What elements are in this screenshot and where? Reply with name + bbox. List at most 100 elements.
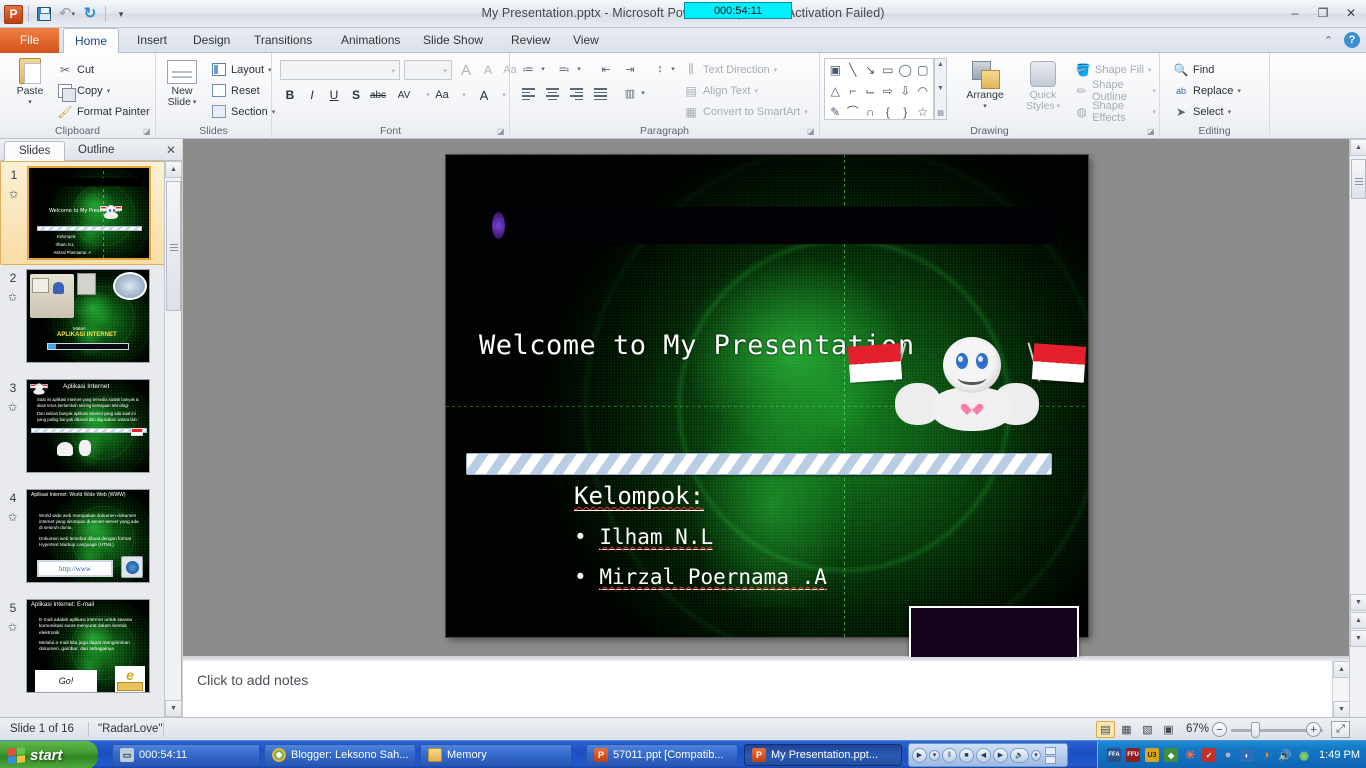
tab-view[interactable]: View (562, 28, 610, 53)
slide-thumbnail-image[interactable]: Aplikasi Internet Saat ini aplikasi inte… (26, 379, 150, 473)
scroll-down-icon[interactable]: ▼ (937, 85, 944, 92)
underline-button[interactable]: U (324, 85, 344, 105)
taskbar-button-my-presentation[interactable]: P My Presentation.ppt... (744, 744, 902, 766)
right-arrow-shape-icon[interactable]: ⇨ (880, 81, 897, 100)
avira-icon[interactable]: ✓ (1202, 748, 1217, 762)
orange-swirl-icon[interactable]: ◑ (1259, 748, 1273, 762)
drawing-dialog-launcher[interactable]: ◪ (1147, 127, 1156, 136)
notes-scrollbar[interactable]: ▲ ▼ (1332, 661, 1350, 718)
help-icon[interactable]: ? (1344, 32, 1360, 48)
line-spacing-button[interactable]: ↕ (650, 59, 670, 79)
new-slide-button[interactable]: New Slide ▾ (160, 60, 204, 108)
columns-button[interactable]: ▥ (620, 83, 640, 103)
nvidia-icon[interactable]: ◉ (1297, 748, 1311, 762)
slide-thumbnail-image[interactable]: Aplikasi Internet: E-mail E-mail adalah … (26, 599, 150, 693)
theme-name[interactable]: "RadarLove" (98, 722, 162, 737)
right-brace-shape-icon[interactable]: } (897, 102, 914, 121)
slide-thumbnail-2[interactable]: 2 ✩ Materi APLIKASI INTERNET (0, 265, 165, 375)
elbow-connector-icon[interactable]: ⌐ (845, 81, 862, 100)
view-slide-sorter-button[interactable]: ▦ (1117, 721, 1136, 738)
close-pane-icon[interactable]: ✕ (166, 143, 176, 157)
font-size-combobox[interactable]: ▾ (404, 60, 452, 80)
textbox-shape-icon[interactable]: ▣ (827, 60, 844, 79)
grey-disc-icon[interactable]: ● (1221, 748, 1235, 762)
font-dialog-launcher[interactable]: ◪ (497, 127, 506, 136)
font-color-button[interactable]: A (474, 85, 494, 105)
scroll-up-button[interactable]: ▲ (1350, 139, 1366, 156)
scroll-up-icon[interactable]: ▲ (937, 61, 944, 68)
scrollbar-thumb[interactable] (1351, 159, 1366, 199)
slide-thumbnail-image[interactable]: Welcome to My Presentation Kelompok -Ilh… (27, 166, 151, 260)
tab-insert[interactable]: Insert (126, 28, 178, 53)
curve-shape-icon[interactable]: ⌒ (845, 102, 862, 121)
slide-thumbnail-3[interactable]: 3 ✩ Aplikasi Internet Saat ini aplikasi … (0, 375, 165, 485)
scroll-up-button[interactable]: ▲ (165, 161, 182, 178)
tab-animations[interactable]: Animations (330, 28, 411, 53)
scroll-down-button[interactable]: ▼ (1350, 594, 1366, 611)
slide-thumbnail-image[interactable]: Aplikasi Internet: World Wide Web (WWW) … (26, 489, 150, 583)
shape-effects-button[interactable]: ◍ Shape Effects ▾ (1072, 100, 1159, 124)
next-slide-button[interactable]: ▼ (1350, 630, 1366, 647)
green-shield-icon[interactable]: ◆ (1164, 748, 1179, 762)
view-normal-button[interactable]: ▤ (1096, 721, 1115, 738)
current-slide[interactable]: Welcome to My Presentation Kelompok: • I… (446, 155, 1088, 637)
scroll-down-button[interactable]: ▼ (1333, 701, 1350, 718)
select-button[interactable]: ➤ Select ▾ (1170, 101, 1234, 122)
close-button[interactable]: ✕ (1340, 4, 1362, 22)
ffa-icon[interactable]: FFA (1107, 748, 1122, 762)
view-reading-button[interactable]: ▧ (1138, 721, 1157, 738)
slide-thumbnail-list[interactable]: 1 ✩ Welcome to My Presentation Kelompok … (0, 161, 165, 717)
previous-slide-button[interactable]: ▲ (1350, 612, 1366, 629)
decrease-indent-button[interactable]: ⇤ (596, 59, 616, 79)
increase-indent-button[interactable]: ⇥ (620, 59, 640, 79)
scroll-down-button[interactable]: ▼ (165, 700, 182, 717)
freeform-shape-icon[interactable]: ✎ (827, 102, 844, 121)
media-player-deskband[interactable]: ▶ ▾ ‖ ■ ◀ ▶ 🔈 ▾ (908, 743, 1068, 767)
next-button[interactable]: ▶ (993, 747, 1008, 763)
zoom-out-button[interactable]: − (1212, 722, 1227, 737)
down-arrow-shape-icon[interactable]: ⇩ (897, 81, 914, 100)
ffu-icon[interactable]: FFU (1126, 748, 1141, 762)
font-name-combobox[interactable]: ▾ (280, 60, 400, 80)
grow-font-button[interactable]: A (456, 60, 476, 80)
taskbar-button-blogger[interactable]: Blogger: Leksono Sah... (264, 744, 416, 766)
shape-fill-button[interactable]: 🪣 Shape Fill ▾ (1072, 59, 1154, 80)
shape-outline-button[interactable]: ✏ Shape Outline ▾ (1072, 79, 1159, 103)
rounded-rect-shape-icon[interactable]: ▢ (915, 60, 932, 79)
triangle-shape-icon[interactable]: △ (827, 81, 844, 100)
zoom-level-label[interactable]: 67% (1186, 722, 1209, 737)
taskbar-button-57011ppt[interactable]: P 57011.ppt [Compatib... (586, 744, 738, 766)
align-text-button[interactable]: ▤ Align Text ▾ (680, 80, 761, 101)
tab-design[interactable]: Design (182, 28, 241, 53)
scrollbar-thumb[interactable] (166, 181, 181, 311)
left-brace-shape-icon[interactable]: { (880, 102, 897, 121)
speaker-icon[interactable]: 🔊 (1278, 748, 1292, 762)
strikethrough-button[interactable]: abc (368, 85, 388, 105)
taskbar-clock[interactable]: 1:49 PM (1319, 749, 1360, 761)
pause-button[interactable]: ‖ (942, 747, 957, 763)
cloud-shape-icon[interactable]: ◠ (915, 81, 932, 100)
reset-button[interactable]: Reset (208, 80, 263, 101)
bullets-button[interactable]: ≔ (518, 59, 538, 79)
arrow-shape-icon[interactable]: ↘ (862, 60, 879, 79)
notes-placeholder[interactable]: Click to add notes (197, 672, 308, 688)
layout-button[interactable]: Layout ▾ (208, 59, 275, 80)
arc-shape-icon[interactable]: ∩ (862, 102, 879, 121)
shapes-gallery-scrollbar[interactable]: ▲ ▼ ▤ (934, 58, 947, 120)
start-button[interactable]: start (0, 741, 98, 768)
slide-edit-area[interactable]: Welcome to My Presentation Kelompok: • I… (183, 139, 1349, 656)
star-shape-icon[interactable]: ☆ (915, 102, 932, 121)
shrink-font-button[interactable]: A (478, 60, 498, 80)
cut-button[interactable]: ✂ Cut (54, 59, 97, 80)
arrange-button[interactable]: Arrange ▾ (956, 61, 1014, 112)
zoom-in-button[interactable]: + (1306, 722, 1321, 737)
notes-splitter[interactable] (183, 657, 1349, 661)
slides-pane-scrollbar[interactable]: ▲ ▼ (164, 161, 182, 717)
slide-counter[interactable]: Slide 1 of 16 (10, 722, 74, 737)
oval-shape-icon[interactable]: ◯ (897, 60, 914, 79)
paste-button[interactable]: Paste ▾ (6, 58, 54, 108)
change-case-button[interactable]: Aa (432, 85, 452, 105)
italic-button[interactable]: I (302, 85, 322, 105)
scroll-up-button[interactable]: ▲ (1333, 661, 1350, 678)
tab-home[interactable]: Home (63, 28, 120, 53)
